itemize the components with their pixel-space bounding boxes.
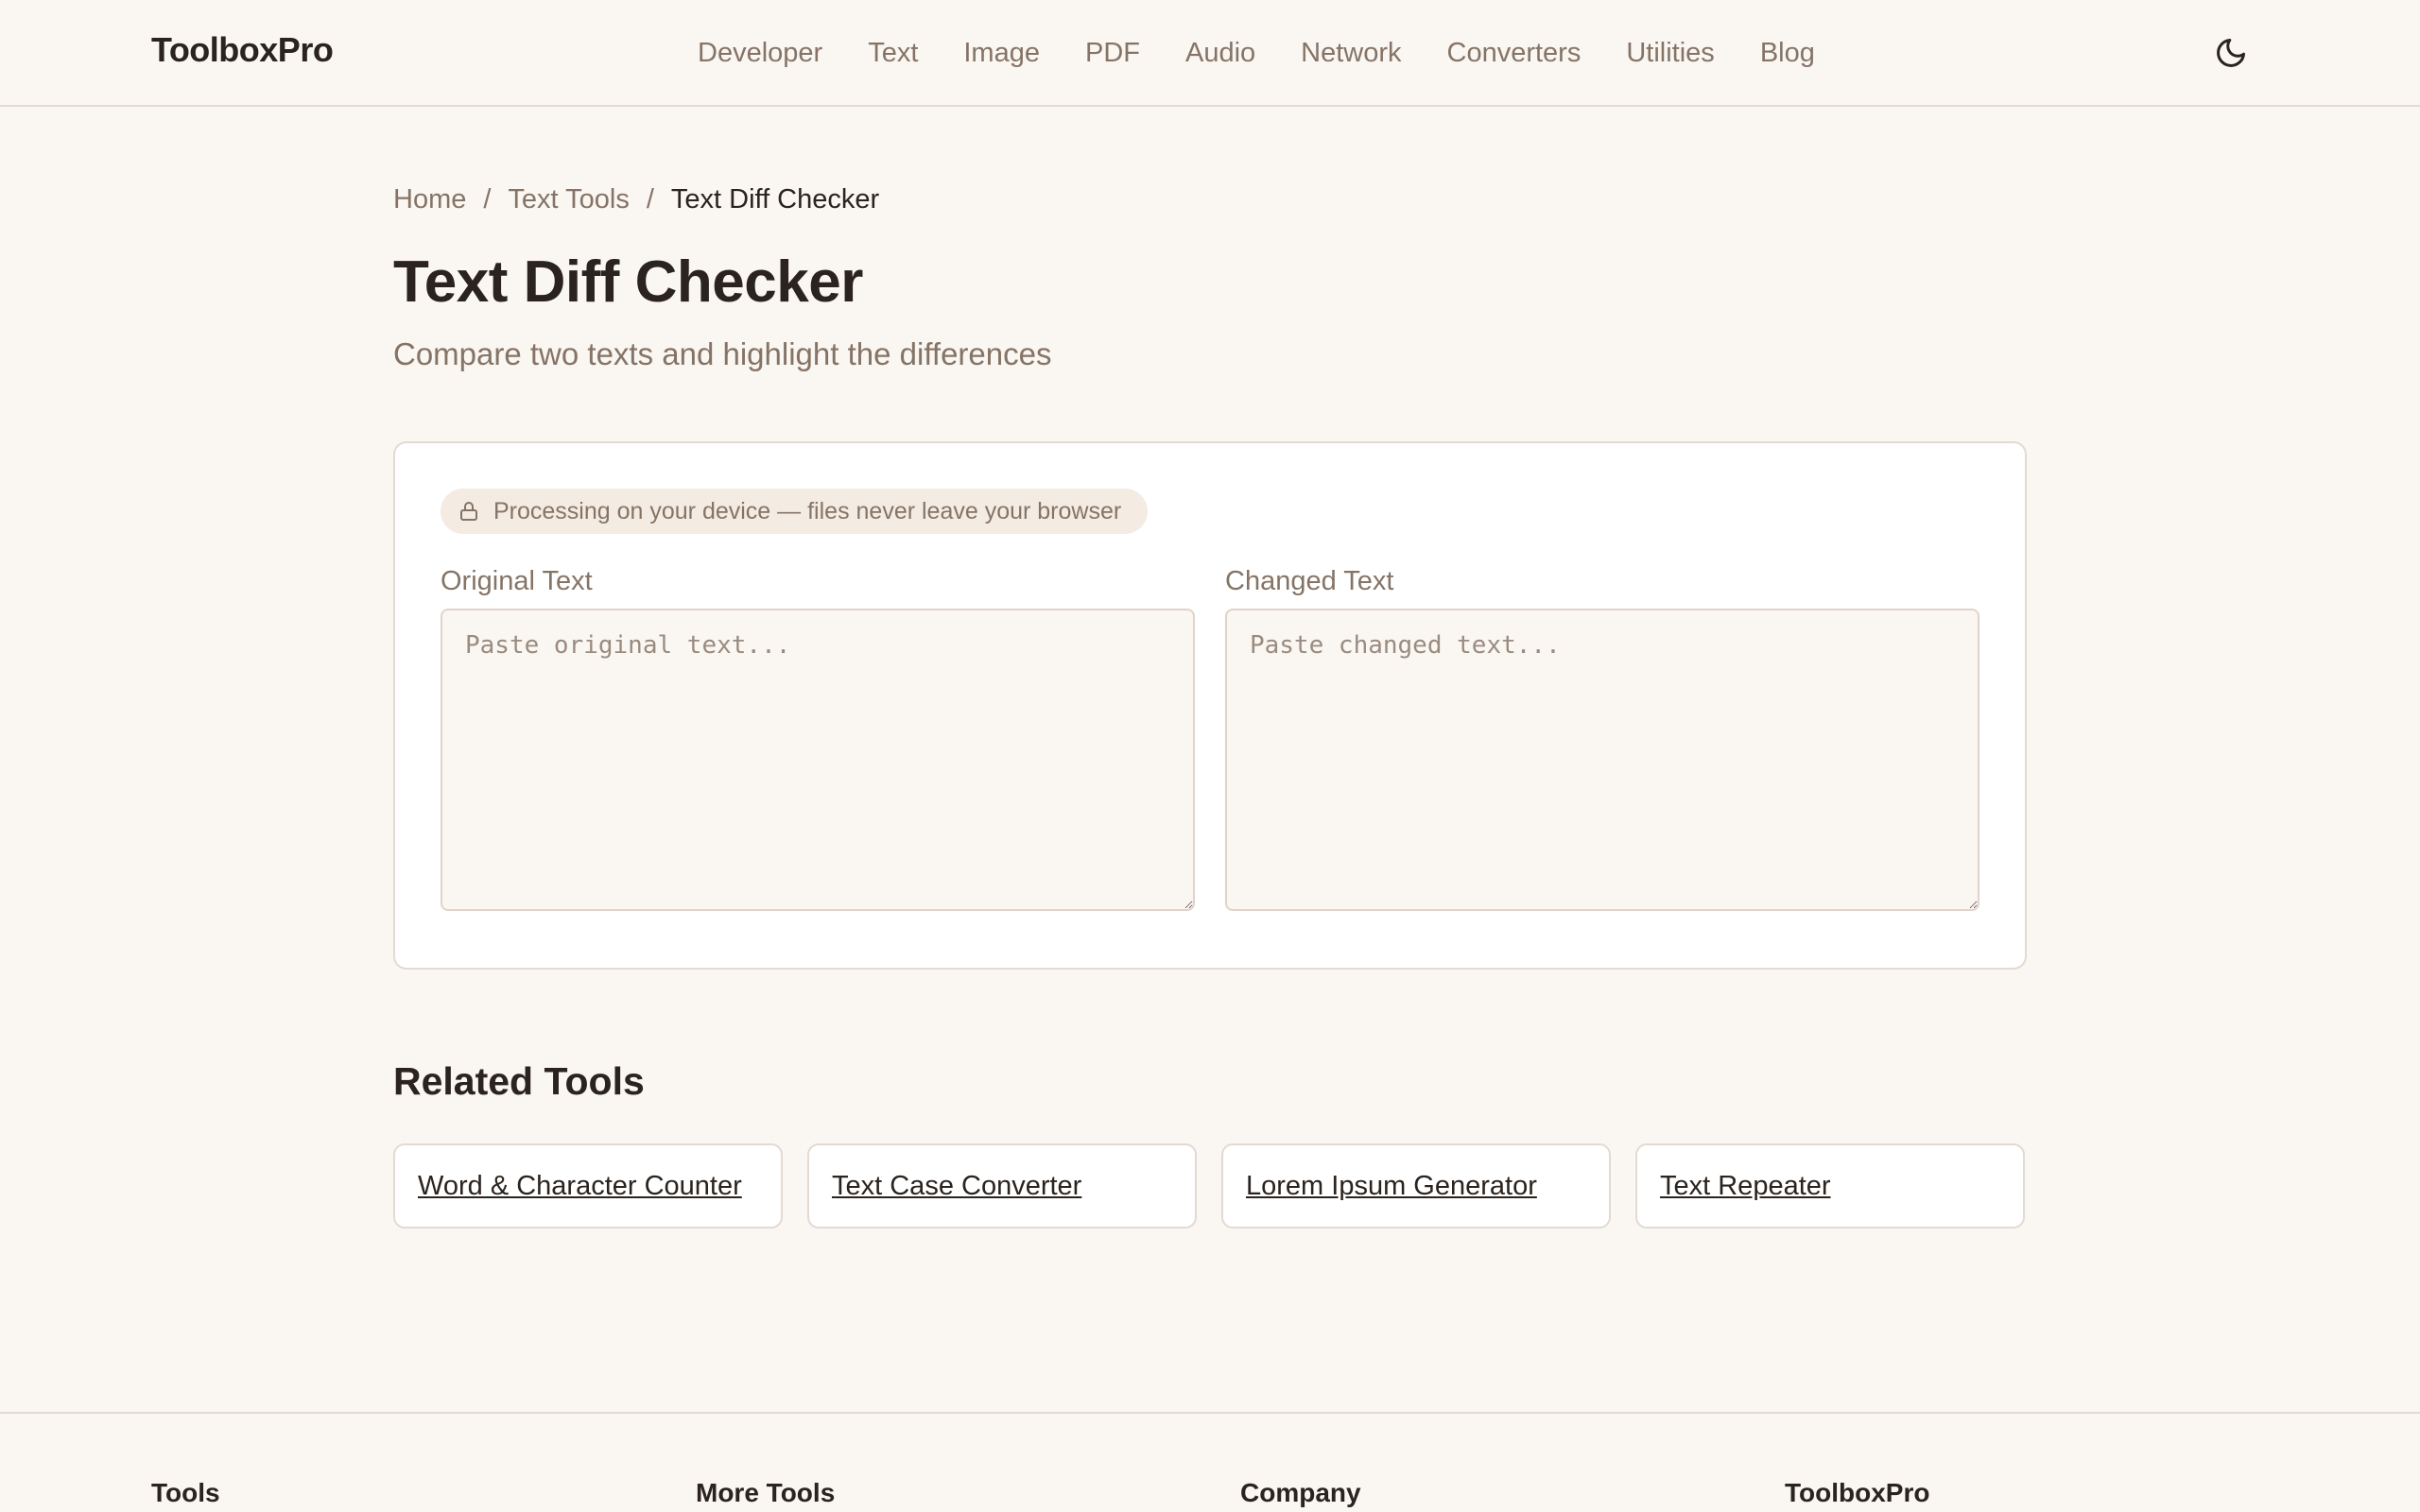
footer-heading-company: Company <box>1240 1478 1361 1507</box>
brand-logo[interactable]: ToolboxPro <box>151 30 334 70</box>
moon-icon <box>2217 39 2245 67</box>
privacy-notice-text: Processing on your device — files never … <box>493 497 1122 524</box>
lock-icon <box>460 502 477 521</box>
breadcrumb-separator: / <box>646 184 654 215</box>
nav-network[interactable]: Network <box>1301 34 1401 72</box>
breadcrumb: Home / Text Tools / Text Diff Checker <box>393 167 879 232</box>
nav-converters[interactable]: Converters <box>1447 34 1582 72</box>
changed-text-input[interactable] <box>1225 609 1979 911</box>
footer-heading-brand: ToolboxPro <box>1785 1478 1930 1507</box>
site-header: ToolboxPro Developer Text Image PDF Audi… <box>0 0 2420 107</box>
related-tools-title: Related Tools <box>393 1059 645 1103</box>
related-tool-text-repeater[interactable]: Text Repeater <box>1635 1143 2025 1228</box>
changed-text-label: Changed Text <box>1225 566 1394 596</box>
site-footer: Tools More Tools Company ToolboxPro <box>0 1412 2420 1512</box>
nav-utilities[interactable]: Utilities <box>1626 34 1714 72</box>
nav-pdf[interactable]: PDF <box>1085 34 1140 72</box>
related-tool-lorem-ipsum[interactable]: Lorem Ipsum Generator <box>1221 1143 1611 1228</box>
breadcrumb-home[interactable]: Home <box>393 167 466 232</box>
breadcrumb-current: Text Diff Checker <box>670 184 880 215</box>
footer-heading-more-tools: More Tools <box>696 1478 836 1507</box>
original-text-label: Original Text <box>441 566 593 596</box>
related-tools-grid: Word & Character Counter Text Case Conve… <box>393 1143 2025 1228</box>
page-title: Text Diff Checker <box>393 249 863 315</box>
privacy-badge: Processing on your device — files never … <box>441 489 1148 534</box>
nav-blog[interactable]: Blog <box>1760 34 1815 72</box>
diff-tool-card: Processing on your device — files never … <box>393 441 2027 970</box>
related-tool-case-converter[interactable]: Text Case Converter <box>807 1143 1197 1228</box>
nav-audio[interactable]: Audio <box>1185 34 1255 72</box>
nav-text[interactable]: Text <box>868 34 918 72</box>
theme-toggle-button[interactable] <box>2212 34 2250 72</box>
page-subtitle: Compare two texts and highlight the diff… <box>393 336 1052 371</box>
breadcrumb-text-tools[interactable]: Text Tools <box>508 167 629 232</box>
nav-developer[interactable]: Developer <box>698 34 822 72</box>
footer-heading-tools: Tools <box>151 1478 220 1507</box>
related-tool-word-counter[interactable]: Word & Character Counter <box>393 1143 783 1228</box>
main-nav: Developer Text Image PDF Audio Network C… <box>698 34 1815 72</box>
original-text-input[interactable] <box>441 609 1195 911</box>
breadcrumb-separator: / <box>483 184 492 215</box>
nav-image[interactable]: Image <box>963 34 1040 72</box>
